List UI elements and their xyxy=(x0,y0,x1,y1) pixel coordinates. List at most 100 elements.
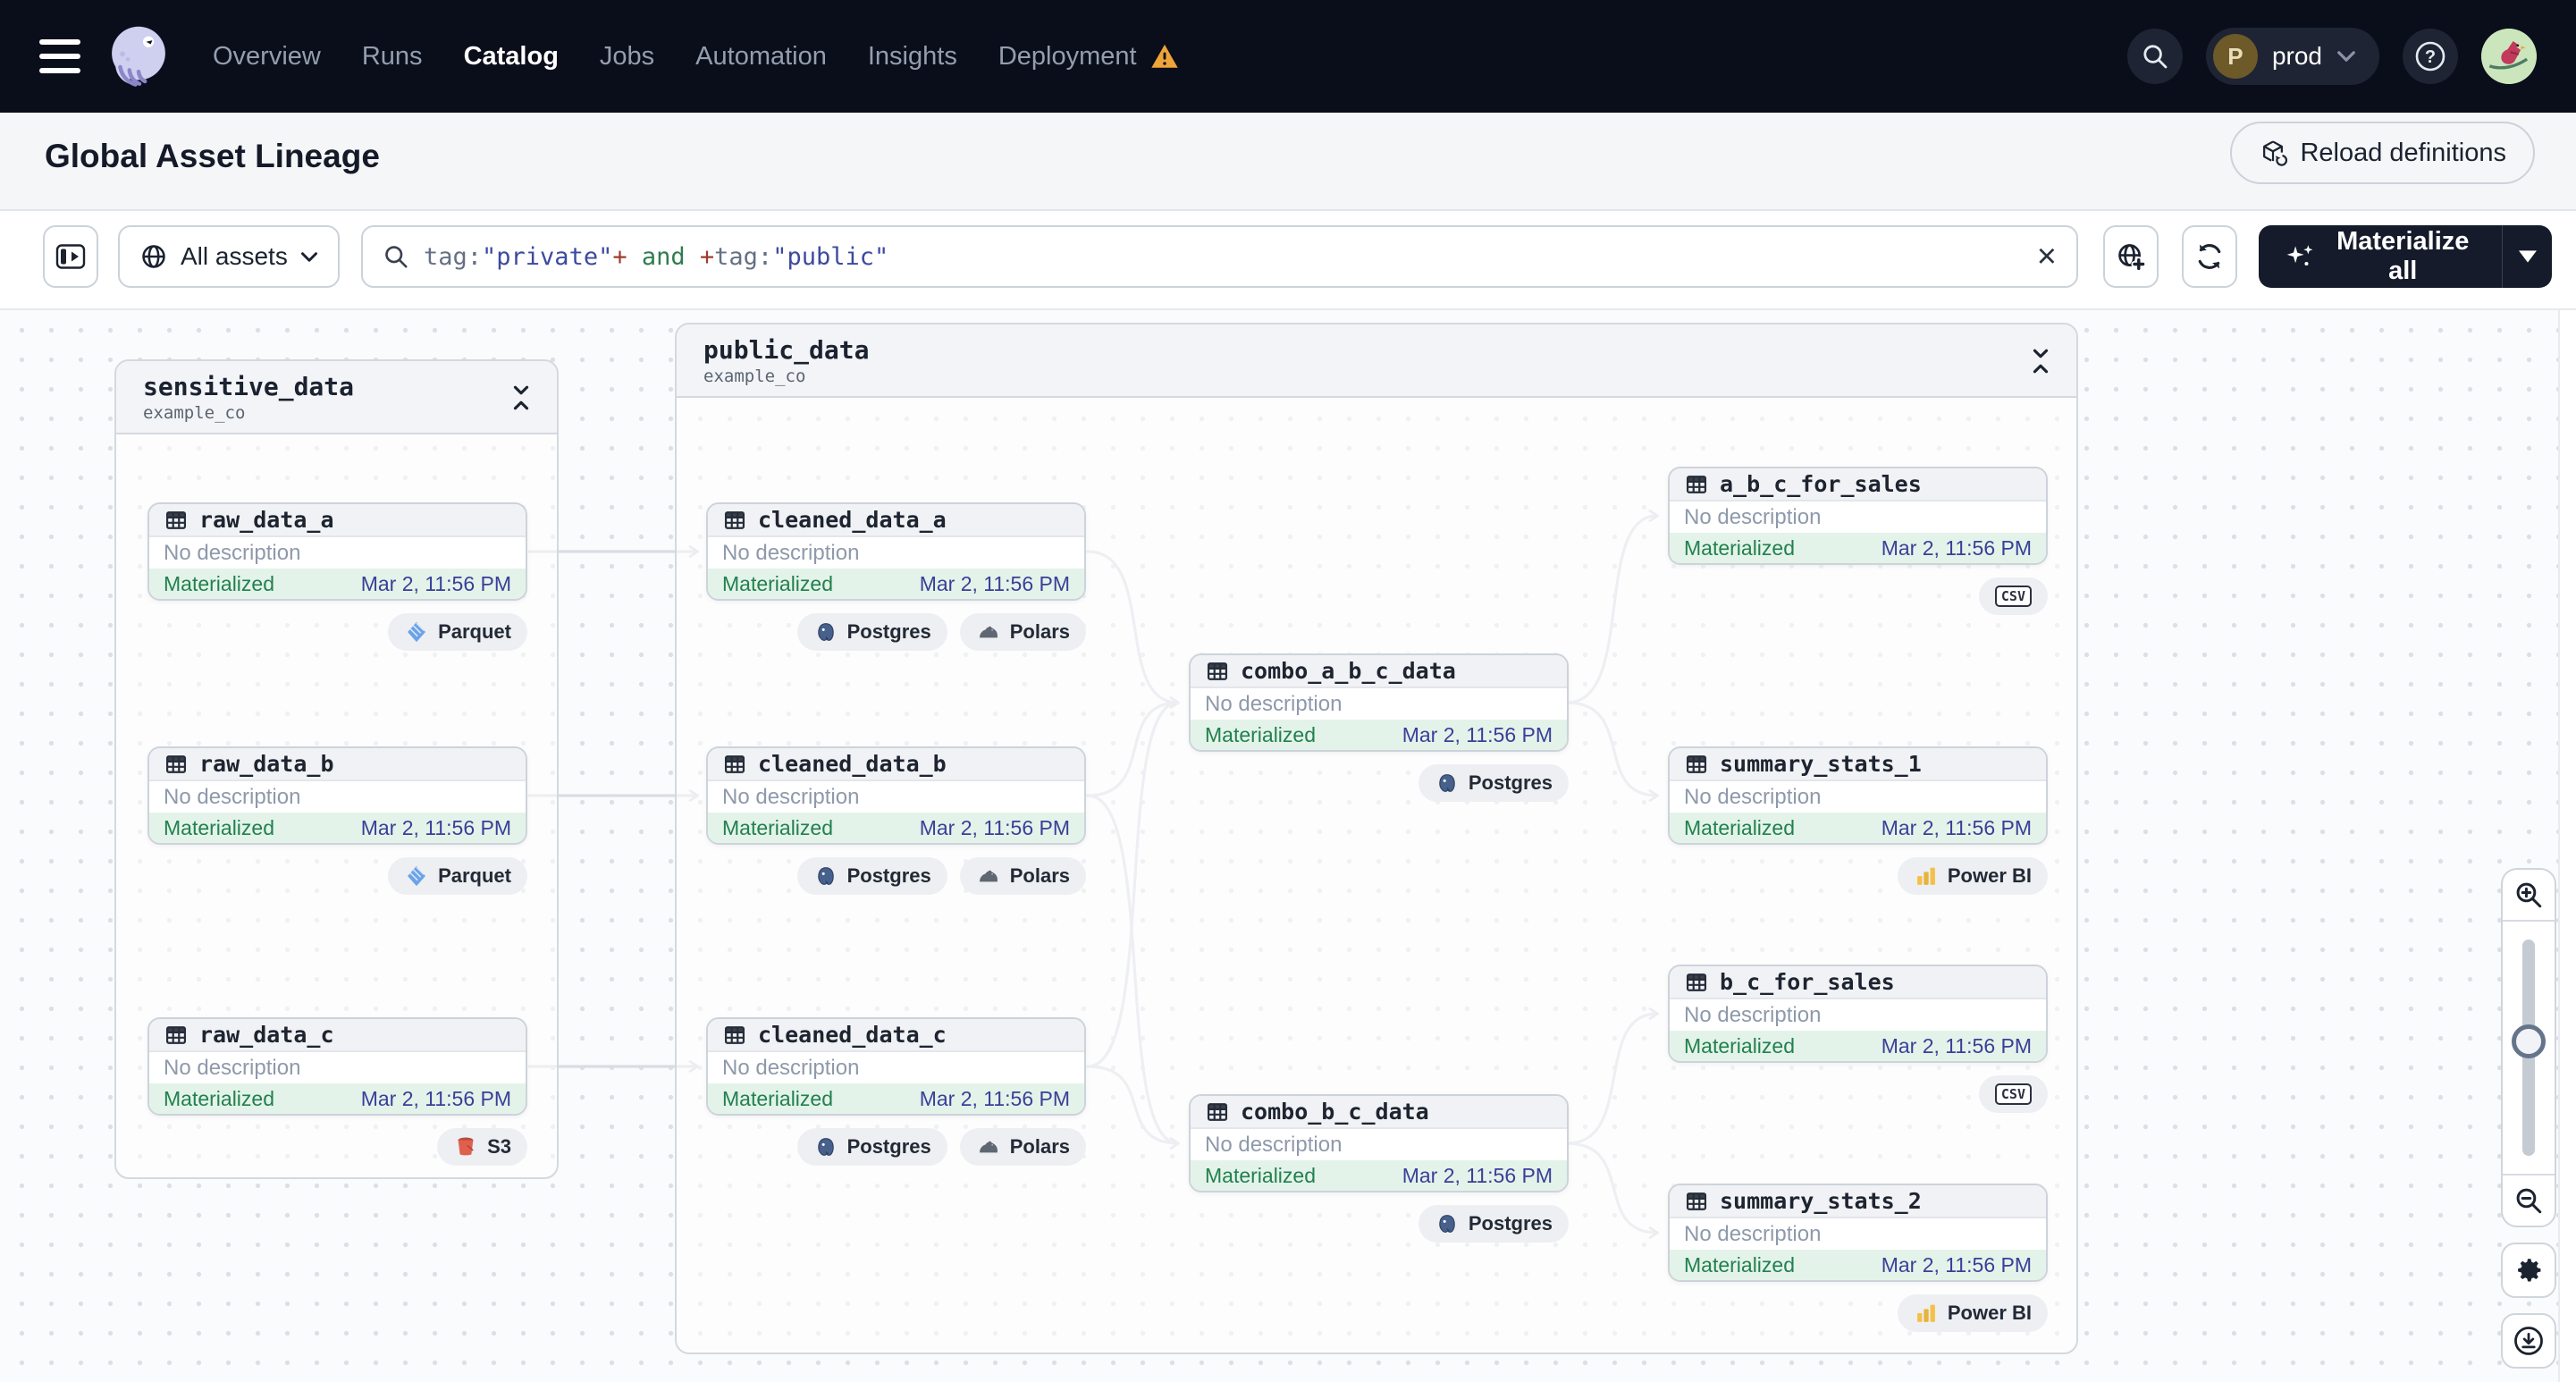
kind-badge-postgres[interactable]: Postgres xyxy=(1418,764,1569,802)
group-location: example_co xyxy=(703,367,806,386)
asset-node-raw_data_b[interactable]: raw_data_b No description Materialized Ma… xyxy=(147,746,527,845)
kind-badge-postgres[interactable]: Postgres xyxy=(796,1128,947,1166)
kind-badge-csv[interactable]: CSV xyxy=(1978,1075,2048,1113)
kind-badge-postgres[interactable]: Postgres xyxy=(796,857,947,895)
menu-hamburger-icon[interactable] xyxy=(39,39,80,73)
badge-label: Postgres xyxy=(846,620,931,643)
asset-node-combo_b_c_data[interactable]: combo_b_c_data No description Materializ… xyxy=(1189,1094,1569,1192)
asset-description: No description xyxy=(1205,691,1343,716)
table-icon xyxy=(164,752,189,777)
materialized-timestamp: Mar 2, 11:56 PM xyxy=(1881,535,2032,560)
badge-label: Postgres xyxy=(1468,1212,1553,1235)
reload-cube-icon xyxy=(2263,140,2288,166)
materialize-options-caret[interactable] xyxy=(2503,225,2552,288)
warning-triangle-icon[interactable] xyxy=(1149,42,1180,71)
materialized-timestamp: Mar 2, 11:56 PM xyxy=(919,815,1070,839)
powerbi-icon xyxy=(1914,864,1939,889)
kind-badge-s3[interactable]: S3 xyxy=(437,1128,527,1166)
help-icon: ? xyxy=(2415,41,2446,72)
group-name: public_data xyxy=(703,335,870,365)
asset-status-row: Materialized Mar 2, 11:56 PM xyxy=(1670,533,2046,563)
reload-definitions-button[interactable]: Reload definitions xyxy=(2230,122,2535,184)
asset-kind-badges: CSV xyxy=(1668,1075,2048,1113)
kind-badge-polars[interactable]: Polars xyxy=(959,613,1086,651)
nav-item-catalog[interactable]: Catalog xyxy=(464,42,559,72)
materialize-all-main[interactable]: Materialize all xyxy=(2259,225,2502,288)
kind-badge-postgres[interactable]: Postgres xyxy=(1418,1205,1569,1243)
materialized-timestamp: Mar 2, 11:56 PM xyxy=(1402,722,1553,746)
kind-badge-postgres[interactable]: Postgres xyxy=(796,613,947,651)
global-search-button[interactable] xyxy=(2126,29,2183,84)
kind-badge-powerbi[interactable]: Power BI xyxy=(1897,1294,2048,1332)
table-icon xyxy=(1684,970,1709,995)
asset-node-a_b_c_for_sales[interactable]: a_b_c_for_sales No description Materiali… xyxy=(1668,467,2048,565)
chevron-down-icon xyxy=(300,251,318,263)
asset-status-row: Materialized Mar 2, 11:56 PM xyxy=(1670,1250,2046,1280)
asset-scope-label: All assets xyxy=(181,242,288,270)
materialized-timestamp: Mar 2, 11:56 PM xyxy=(1402,1163,1553,1187)
zoom-in-button[interactable] xyxy=(2503,870,2555,922)
asset-node-cleaned_data_c[interactable]: cleaned_data_c No description Materializ… xyxy=(706,1017,1086,1116)
asset-status-row: Materialized Mar 2, 11:56 PM xyxy=(708,569,1084,599)
kind-badge-polars[interactable]: Polars xyxy=(959,857,1086,895)
dagster-logo-icon[interactable] xyxy=(102,20,175,93)
asset-name: combo_b_c_data xyxy=(1241,1099,1429,1125)
download-image-button[interactable] xyxy=(2501,1313,2556,1369)
collapse-icon xyxy=(513,385,529,410)
refresh-button[interactable] xyxy=(2182,225,2237,288)
lineage-canvas[interactable]: sensitive_data example_co public_data ex… xyxy=(0,308,2576,1382)
asset-node-cleaned_data_a[interactable]: cleaned_data_a No description Materializ… xyxy=(706,502,1086,601)
open-panel-icon xyxy=(55,244,86,269)
asset-kind-badges: Postgres Polars xyxy=(706,857,1086,895)
asset-kind-badges: CSV xyxy=(1668,577,2048,615)
kind-badge-powerbi[interactable]: Power BI xyxy=(1897,857,2048,895)
materialize-all-button[interactable]: Materialize all xyxy=(2259,225,2552,288)
badge-label: Postgres xyxy=(1468,771,1553,794)
asset-node-raw_data_c[interactable]: raw_data_c No description Materialized Ma… xyxy=(147,1017,527,1116)
asset-node-raw_data_a[interactable]: raw_data_a No description Materialized Ma… xyxy=(147,502,527,601)
asset-node-summary_stats_2[interactable]: summary_stats_2 No description Materiali… xyxy=(1668,1184,2048,1282)
polars-icon xyxy=(976,864,1001,889)
zoom-slider[interactable] xyxy=(2503,922,2555,1174)
zoom-slider-thumb[interactable] xyxy=(2512,1024,2546,1058)
clear-search-button[interactable]: × xyxy=(2037,240,2057,274)
materialized-status: Materialized xyxy=(164,815,274,839)
kind-badge-polars[interactable]: Polars xyxy=(959,1128,1086,1166)
group-header[interactable]: public_data example_co xyxy=(677,324,2076,398)
reload-definitions-label: Reload definitions xyxy=(2300,138,2506,167)
kind-badge-parquet[interactable]: Parquet xyxy=(388,857,527,895)
collapse-group-button[interactable] xyxy=(505,383,537,415)
badge-label: Postgres xyxy=(846,1135,931,1158)
toggle-sidebar-button[interactable] xyxy=(43,225,98,288)
nav-item-jobs[interactable]: Jobs xyxy=(600,42,654,72)
table-icon xyxy=(1205,659,1230,684)
kind-badge-csv[interactable]: CSV xyxy=(1978,577,2048,615)
asset-node-summary_stats_1[interactable]: summary_stats_1 No description Materiali… xyxy=(1668,746,2048,845)
nav-item-deployment[interactable]: Deployment xyxy=(998,42,1137,72)
postgres-icon xyxy=(813,864,838,889)
asset-search-input[interactable]: tag:"private"+ and +tag:"public" × xyxy=(361,225,2078,288)
graph-settings-button[interactable] xyxy=(2501,1243,2556,1298)
kind-badge-parquet[interactable]: Parquet xyxy=(388,613,527,651)
nav-item-runs[interactable]: Runs xyxy=(362,42,423,72)
asset-node-b_c_for_sales[interactable]: b_c_for_sales No description Materialize… xyxy=(1668,965,2048,1063)
help-button[interactable]: ? xyxy=(2403,29,2458,84)
asset-description: No description xyxy=(1684,1221,1822,1246)
zoom-out-button[interactable] xyxy=(2503,1174,2555,1226)
octopus-logo xyxy=(112,26,165,87)
asset-node-cleaned_data_b[interactable]: cleaned_data_b No description Materializ… xyxy=(706,746,1086,845)
environment-switcher[interactable]: P prod xyxy=(2205,28,2379,85)
nav-item-automation[interactable]: Automation xyxy=(695,42,827,72)
asset-node-header: raw_data_c xyxy=(149,1019,526,1052)
nav-item-overview[interactable]: Overview xyxy=(213,42,321,72)
nav-item-insights[interactable]: Insights xyxy=(868,42,957,72)
asset-kind-badges: Postgres Polars xyxy=(706,613,1086,651)
asset-scope-dropdown[interactable]: All assets xyxy=(118,225,340,288)
vertical-scrollbar[interactable] xyxy=(2558,310,2576,1382)
view-full-catalog-button[interactable] xyxy=(2103,225,2159,288)
user-avatar[interactable] xyxy=(2481,29,2537,84)
asset-node-combo_a_b_c_data[interactable]: combo_a_b_c_data No description Material… xyxy=(1189,653,1569,752)
collapse-group-button[interactable] xyxy=(2025,346,2057,378)
group-header[interactable]: sensitive_data example_co xyxy=(116,361,557,434)
materialized-status: Materialized xyxy=(164,1086,274,1110)
